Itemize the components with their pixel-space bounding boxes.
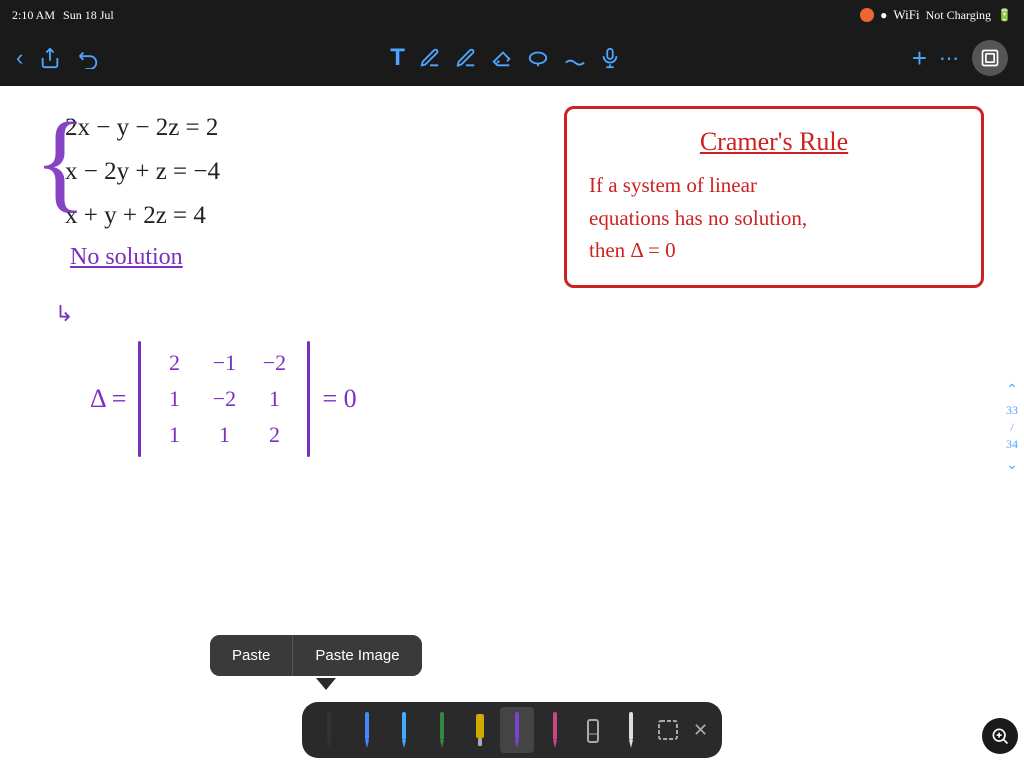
eraser-tool-button[interactable] [491,47,513,69]
matrix-cell-01: −1 [213,350,236,376]
lasso-tool-button[interactable] [527,47,549,69]
more-options-button[interactable]: ⋯ [939,46,960,71]
pen-tool-button[interactable] [419,47,441,69]
equals-zero-label: = 0 [322,384,356,414]
curly-brace: { [34,106,87,216]
matrix-cell-20: 1 [169,422,180,448]
equation-1: 2x − y − 2z = 2 [65,114,218,142]
date-display: Sun 18 Jul [63,8,114,23]
status-right: ● WiFi Not Charging 🔋 [860,7,1012,23]
cramers-rule-text: If a system of linear equations has no s… [589,169,959,267]
equation-2: x − 2y + z = −4 [65,158,220,186]
eraser-tool[interactable] [576,707,610,753]
wifi-signal-icon: WiFi [893,7,919,23]
marker-yellow-tool[interactable] [463,707,497,753]
canvas-area: 2x − y − 2z = 2 x − 2y + z = −4 x + y + … [0,86,1024,768]
pen-black-tool[interactable] [312,707,346,753]
matrix-cell-11: −2 [213,386,236,412]
time-display: 2:10 AM [12,8,55,23]
mic-button[interactable] [599,47,621,69]
cramers-rule-box: Cramer's Rule If a system of linear equa… [564,106,984,288]
pen-purple-tool[interactable] [500,707,534,753]
status-bar: 2:10 AM Sun 18 Jul ● WiFi Not Charging 🔋 [0,0,1024,30]
matrix-cell-21: 1 [219,422,230,448]
cramers-text-line1: If a system of linear [589,169,959,202]
paste-popup: Paste Paste Image [210,635,422,676]
layers-button[interactable] [972,40,1008,76]
close-toolbar-button[interactable]: ✕ [689,720,712,741]
not-charging-label: Not Charging [926,8,991,23]
toolbar-left: ‹ [16,45,99,71]
status-left: 2:10 AM Sun 18 Jul [12,8,114,23]
pen-blue2-tool[interactable] [387,707,421,753]
cramers-text-line2: equations has no solution, [589,202,959,235]
bottom-toolbar: ✕ [302,702,722,758]
matrix-content: 2 −1 −2 1 −2 1 1 1 2 [141,341,307,457]
pen-green-tool[interactable] [425,707,459,753]
toolbar-center: T [390,44,621,72]
battery-icon: 🔋 [997,8,1012,23]
pagination: ⌃ 33 / 34 ⌄ [1006,381,1018,473]
pen-blue-tool[interactable] [350,707,384,753]
delta-label: Δ = [90,384,126,414]
matrix-cell-00: 2 [169,350,180,376]
toolbar-right: + ⋯ [912,40,1008,76]
cramers-rule-title: Cramer's Rule [589,127,959,157]
pen-pink-tool[interactable] [538,707,572,753]
back-button[interactable]: ‹ [16,45,23,71]
pencil-light-tool[interactable] [614,707,648,753]
zoom-button[interactable] [982,718,1018,754]
share-button[interactable] [39,47,61,69]
page-current: 33 / 34 [1006,402,1018,452]
add-button[interactable]: + [912,43,927,74]
main-toolbar: ‹ T [0,30,1024,86]
arrow-indicator: ↳ [55,301,73,327]
record-dot-icon [860,8,874,22]
paste-button[interactable]: Paste [210,635,293,676]
paste-popup-arrow [316,678,336,690]
paste-image-button[interactable]: Paste Image [293,635,421,676]
highlighter-tool-button[interactable] [455,47,477,69]
matrix-right-bar [307,341,310,457]
selector-tool[interactable] [651,707,685,753]
matrix-cell-22: 2 [269,422,280,448]
text-tool-button[interactable]: T [390,44,405,72]
page-down-button[interactable]: ⌄ [1006,456,1018,473]
no-solution-label: No solution [70,244,183,271]
wifi-icon: ● [880,8,887,23]
matrix-container: 2 −1 −2 1 −2 1 1 1 2 [138,341,310,457]
matrix-cell-10: 1 [169,386,180,412]
matrix-cell-12: 1 [269,386,280,412]
undo-button[interactable] [77,47,99,69]
marker-tool-button[interactable] [563,47,585,69]
page-up-button[interactable]: ⌃ [1006,381,1018,398]
cramers-text-line3: then Δ = 0 [589,234,959,267]
matrix-cell-02: −2 [263,350,286,376]
delta-section: Δ = 2 −1 −2 1 −2 1 1 1 2 = 0 [90,341,357,457]
